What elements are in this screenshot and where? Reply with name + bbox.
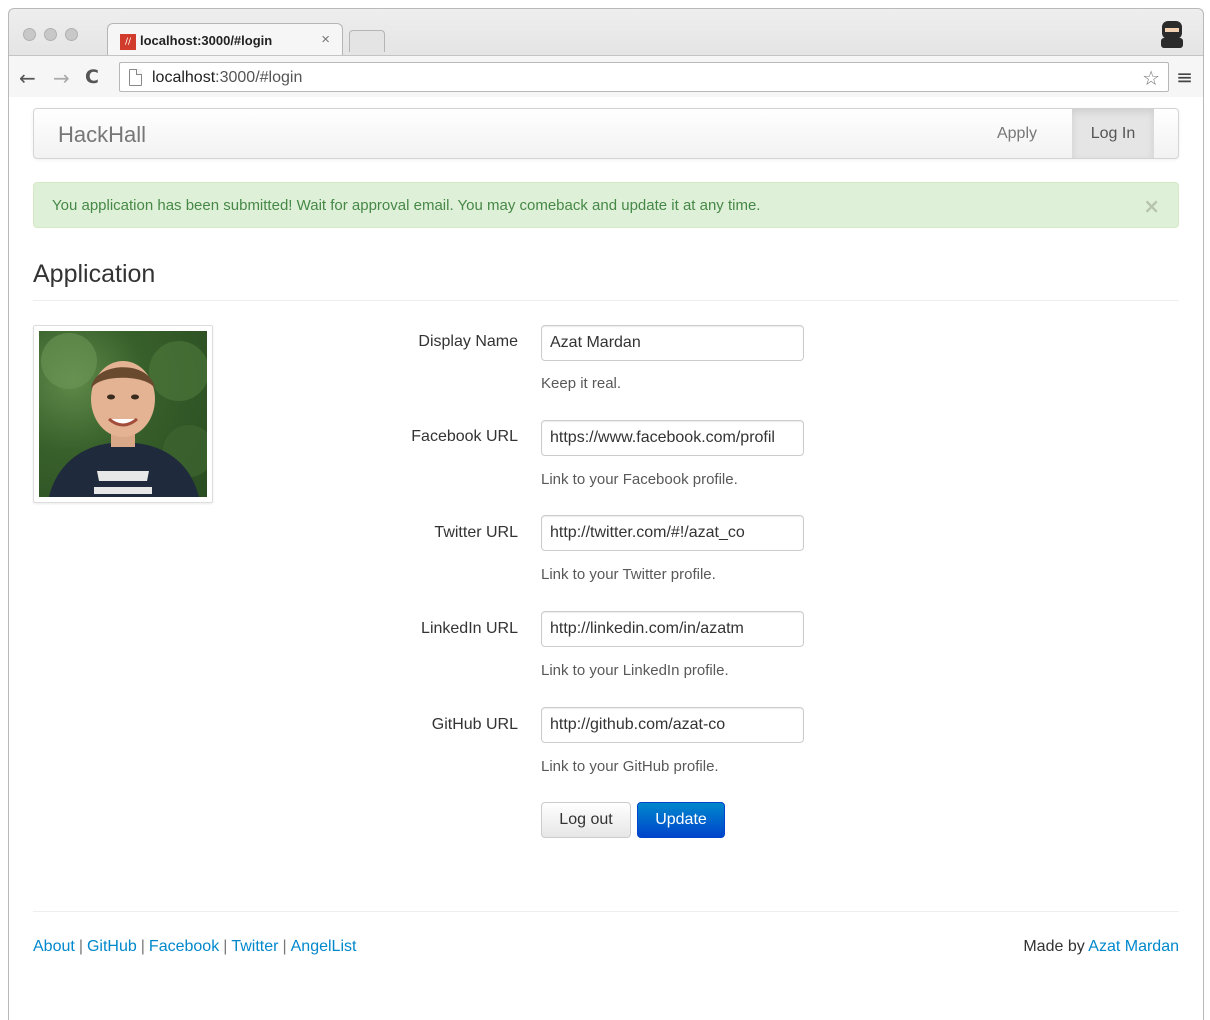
display-name-help: Keep it real. bbox=[541, 375, 622, 392]
footer-separator: | bbox=[282, 938, 287, 955]
ninja-icon[interactable] bbox=[1159, 19, 1185, 49]
facebook-label: Facebook URL bbox=[411, 428, 518, 445]
footer-links: About | GitHub | Facebook | Twitter | AngelList bbox=[33, 938, 356, 956]
github-help: Link to your GitHub profile. bbox=[541, 758, 719, 775]
browser-window: // localhost:3000/#login × ← → C localho… bbox=[8, 8, 1204, 98]
forward-arrow-icon[interactable]: → bbox=[53, 66, 70, 90]
footer-link-facebook[interactable]: Facebook bbox=[149, 938, 219, 955]
tab-title: localhost:3000/#login bbox=[140, 33, 273, 48]
credit-author-link[interactable]: Azat Mardan bbox=[1088, 938, 1179, 955]
footer-link-github[interactable]: GitHub bbox=[87, 938, 137, 955]
update-button[interactable]: Update bbox=[637, 802, 725, 838]
window-controls bbox=[23, 28, 78, 41]
footer-link-about[interactable]: About bbox=[33, 938, 75, 955]
footer-separator: | bbox=[140, 938, 145, 955]
menu-icon[interactable]: ≡ bbox=[1176, 65, 1193, 89]
tab-close-icon[interactable]: × bbox=[321, 31, 330, 48]
credit-prefix: Made by bbox=[1023, 938, 1085, 955]
footer-separator: | bbox=[78, 938, 83, 955]
avatar bbox=[33, 325, 213, 503]
footer-link-angellist[interactable]: AngelList bbox=[291, 938, 357, 955]
linkedin-input[interactable]: http://linkedin.com/in/azatm bbox=[541, 611, 804, 647]
linkedin-label: LinkedIn URL bbox=[421, 620, 518, 637]
display-name-label: Display Name bbox=[418, 333, 518, 350]
page-icon bbox=[129, 69, 142, 86]
facebook-input[interactable]: https://www.facebook.com/profil bbox=[541, 420, 804, 456]
close-window-button[interactable] bbox=[23, 28, 36, 41]
new-tab-button[interactable] bbox=[349, 30, 385, 52]
twitter-input[interactable]: http://twitter.com/#!/azat_co bbox=[541, 515, 804, 551]
linkedin-help: Link to your LinkedIn profile. bbox=[541, 662, 729, 679]
star-icon[interactable]: ☆ bbox=[1142, 66, 1160, 90]
brand-link[interactable]: HackHall bbox=[58, 122, 146, 148]
display-name-input[interactable]: Azat Mardan bbox=[541, 325, 804, 361]
footer-credit: Made by Azat Mardan bbox=[1023, 938, 1179, 956]
reload-icon[interactable]: C bbox=[85, 66, 99, 88]
logout-button[interactable]: Log out bbox=[541, 802, 631, 838]
twitter-label: Twitter URL bbox=[434, 524, 518, 541]
twitter-help: Link to your Twitter profile. bbox=[541, 566, 716, 583]
nav-login-link[interactable]: Log In bbox=[1072, 109, 1154, 158]
browser-toolbar: ← → C localhost:3000/#login ☆ ≡ bbox=[9, 55, 1203, 98]
alert-message: You application has been submitted! Wait… bbox=[52, 197, 761, 214]
page-viewport: HackHall Apply Log In You application ha… bbox=[8, 97, 1204, 1020]
favicon-icon: // bbox=[120, 34, 136, 50]
minimize-window-button[interactable] bbox=[44, 28, 57, 41]
avatar-photo bbox=[39, 331, 207, 497]
navbar: HackHall Apply Log In bbox=[33, 108, 1179, 159]
browser-tab[interactable]: // localhost:3000/#login × bbox=[107, 23, 343, 55]
github-input[interactable]: http://github.com/azat-co bbox=[541, 707, 804, 743]
back-arrow-icon[interactable]: ← bbox=[19, 66, 36, 90]
success-alert: You application has been submitted! Wait… bbox=[33, 182, 1179, 228]
footer-divider bbox=[33, 911, 1179, 912]
url-host: localhost bbox=[152, 69, 216, 86]
footer-link-twitter[interactable]: Twitter bbox=[231, 938, 278, 955]
footer-separator: | bbox=[223, 938, 228, 955]
facebook-help: Link to your Facebook profile. bbox=[541, 471, 738, 488]
alert-close-icon[interactable]: × bbox=[1143, 194, 1160, 218]
page-title: Application bbox=[33, 260, 156, 288]
url-text[interactable]: localhost:3000/#login bbox=[152, 69, 302, 87]
url-rest: :3000/#login bbox=[215, 69, 303, 86]
github-label: GitHub URL bbox=[431, 716, 518, 733]
zoom-window-button[interactable] bbox=[65, 28, 78, 41]
nav-apply-link[interactable]: Apply bbox=[972, 109, 1062, 158]
page-header: Application bbox=[33, 260, 1179, 301]
address-bar[interactable]: localhost:3000/#login ☆ bbox=[119, 62, 1169, 92]
